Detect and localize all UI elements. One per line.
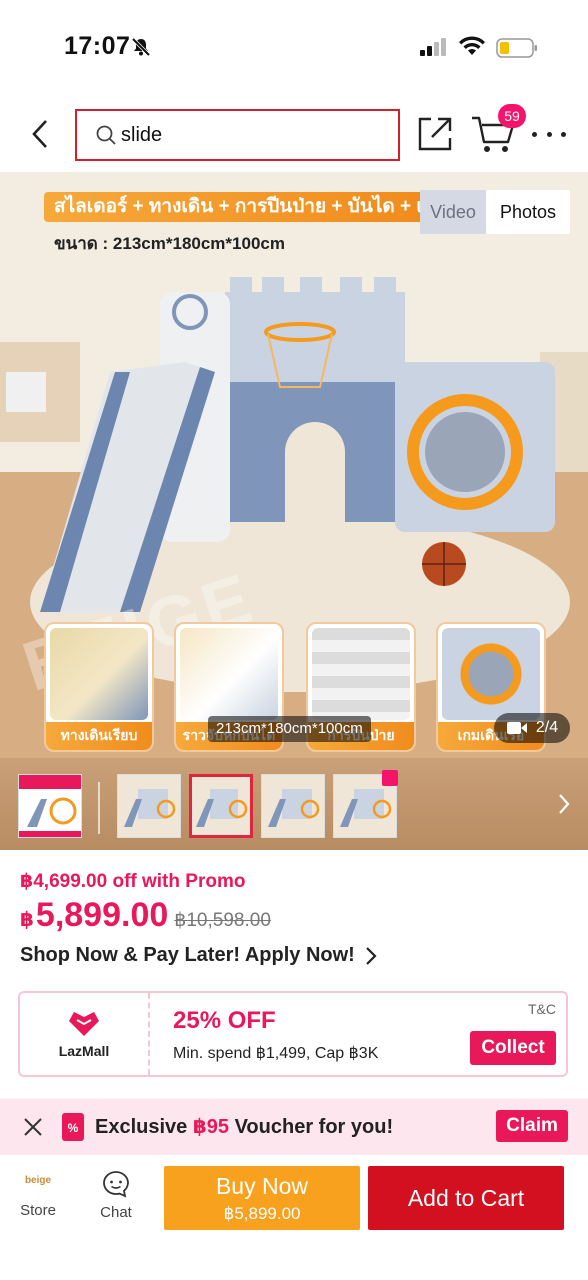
image-counter: 2/4: [494, 713, 570, 743]
chevron-right-icon: [366, 946, 377, 965]
battery-icon: [496, 38, 537, 58]
cart-count-badge: 59: [498, 104, 526, 128]
tab-video[interactable]: Video: [420, 190, 486, 234]
price-currency: ฿: [20, 909, 34, 931]
claim-button[interactable]: Claim: [496, 1110, 568, 1142]
dot-icon: [532, 131, 537, 137]
thumbnail[interactable]: [18, 774, 82, 838]
buy-now-price: ฿5,899.00: [223, 1203, 301, 1223]
feature-image: [442, 628, 540, 720]
product-size-text: ขนาด : 213cm*180cm*100cm: [54, 234, 285, 253]
chevron-left-icon: [32, 120, 47, 148]
feature-image: [50, 628, 148, 720]
voucher-ticket-icon: %: [62, 1113, 84, 1141]
product-image-gallery[interactable]: BEIGE สไลเดอร์ + ทางเดิน + การปีนป่าย + …: [0, 172, 588, 758]
lazmall-label: LazMall: [58, 1043, 110, 1059]
top-nav: 59: [0, 96, 588, 172]
chat-button[interactable]: Chat: [88, 1170, 144, 1230]
price-row: ฿ 5,899.00 ฿10,598.00: [20, 896, 271, 940]
pay-later-link[interactable]: Shop Now & Pay Later! Apply Now!: [20, 944, 377, 967]
feature-label: ทางเดินเรียบ: [46, 722, 152, 750]
lazmall-heart-icon: [69, 1012, 99, 1036]
image-counter-text: 2/4: [535, 719, 559, 736]
collect-button[interactable]: Collect: [470, 1031, 556, 1065]
status-bar: 17:07: [0, 0, 588, 96]
promo-discount-text: ฿4,699.00 off with Promo: [20, 871, 246, 892]
store-voucher-card: LazMall 25% OFF Min. spend ฿1,499, Cap ฿…: [18, 991, 568, 1077]
media-tabs: Video Photos: [420, 190, 570, 234]
exclusive-prefix: Exclusive: [95, 1116, 193, 1138]
svg-text:%: %: [68, 1121, 79, 1135]
product-feature-banner: สไลเดอร์ + ทางเดิน + การปีนป่าย + บันได …: [44, 192, 424, 222]
buy-now-label: Buy Now: [215, 1172, 309, 1199]
search-input[interactable]: [121, 123, 381, 147]
thumbnail-image: [192, 777, 250, 835]
exclusive-amount: ฿95: [192, 1116, 230, 1138]
exclusive-voucher-text: Exclusive ฿95 Voucher for you!: [95, 1114, 393, 1139]
current-price: 5,899.00: [35, 896, 169, 934]
thumbnail-image: [19, 775, 81, 837]
thumbnail-image: [262, 775, 324, 837]
pay-later-text: Shop Now & Pay Later! Apply Now!: [20, 944, 355, 966]
store-button[interactable]: beige Store: [10, 1172, 66, 1232]
thumbnail-image: [118, 775, 180, 837]
signal-icon: [420, 38, 446, 56]
tab-photos[interactable]: Photos: [486, 190, 570, 234]
feature-image: [312, 628, 410, 720]
dimension-overlay: 213cm*180cm*100cm: [208, 716, 371, 742]
thumbnail[interactable]: [261, 774, 325, 838]
share-icon[interactable]: [415, 114, 455, 154]
search-icon: [96, 125, 116, 145]
feature-image: [180, 628, 278, 720]
exclusive-suffix: Voucher for you!: [229, 1116, 394, 1138]
voucher-discount: 25% OFF: [173, 1007, 276, 1034]
original-price: ฿10,598.00: [174, 910, 271, 931]
lazmall-badge: LazMall: [20, 993, 150, 1075]
buy-now-button[interactable]: Buy Now ฿5,899.00: [164, 1166, 360, 1230]
status-time: 17:07: [64, 32, 131, 60]
flame-icon: [382, 770, 398, 786]
add-to-cart-button[interactable]: Add to Cart: [368, 1166, 564, 1230]
chat-icon: [103, 1171, 129, 1198]
dot-icon: [561, 131, 566, 137]
video-icon: [506, 722, 527, 734]
wifi-icon: [459, 36, 485, 55]
search-box[interactable]: [75, 109, 400, 161]
exclusive-voucher-bar: % Exclusive ฿95 Voucher for you! Claim: [0, 1099, 588, 1155]
back-button[interactable]: [22, 112, 58, 156]
store-label: Store: [20, 1202, 56, 1219]
thumbnail-strip: [0, 758, 588, 850]
chat-label: Chat: [100, 1204, 132, 1221]
bell-muted-icon: [131, 37, 151, 57]
more-options-button[interactable]: [532, 124, 566, 144]
thumbnail-selected[interactable]: [189, 774, 253, 838]
feature-card: ทางเดินเรียบ: [44, 622, 154, 752]
close-icon[interactable]: [22, 1116, 44, 1138]
thumbnail-divider: [98, 782, 100, 834]
voucher-conditions: Min. spend ฿1,499, Cap ฿3K: [173, 1045, 379, 1062]
bottom-action-bar: beige Store Chat Buy Now ฿5,899.00 Add t…: [0, 1158, 588, 1280]
thumbnail[interactable]: [117, 774, 181, 838]
store-logo: beige: [24, 1175, 52, 1186]
dot-icon: [546, 131, 552, 137]
terms-link[interactable]: T&C: [528, 1001, 556, 1017]
chevron-right-icon[interactable]: [556, 792, 572, 816]
